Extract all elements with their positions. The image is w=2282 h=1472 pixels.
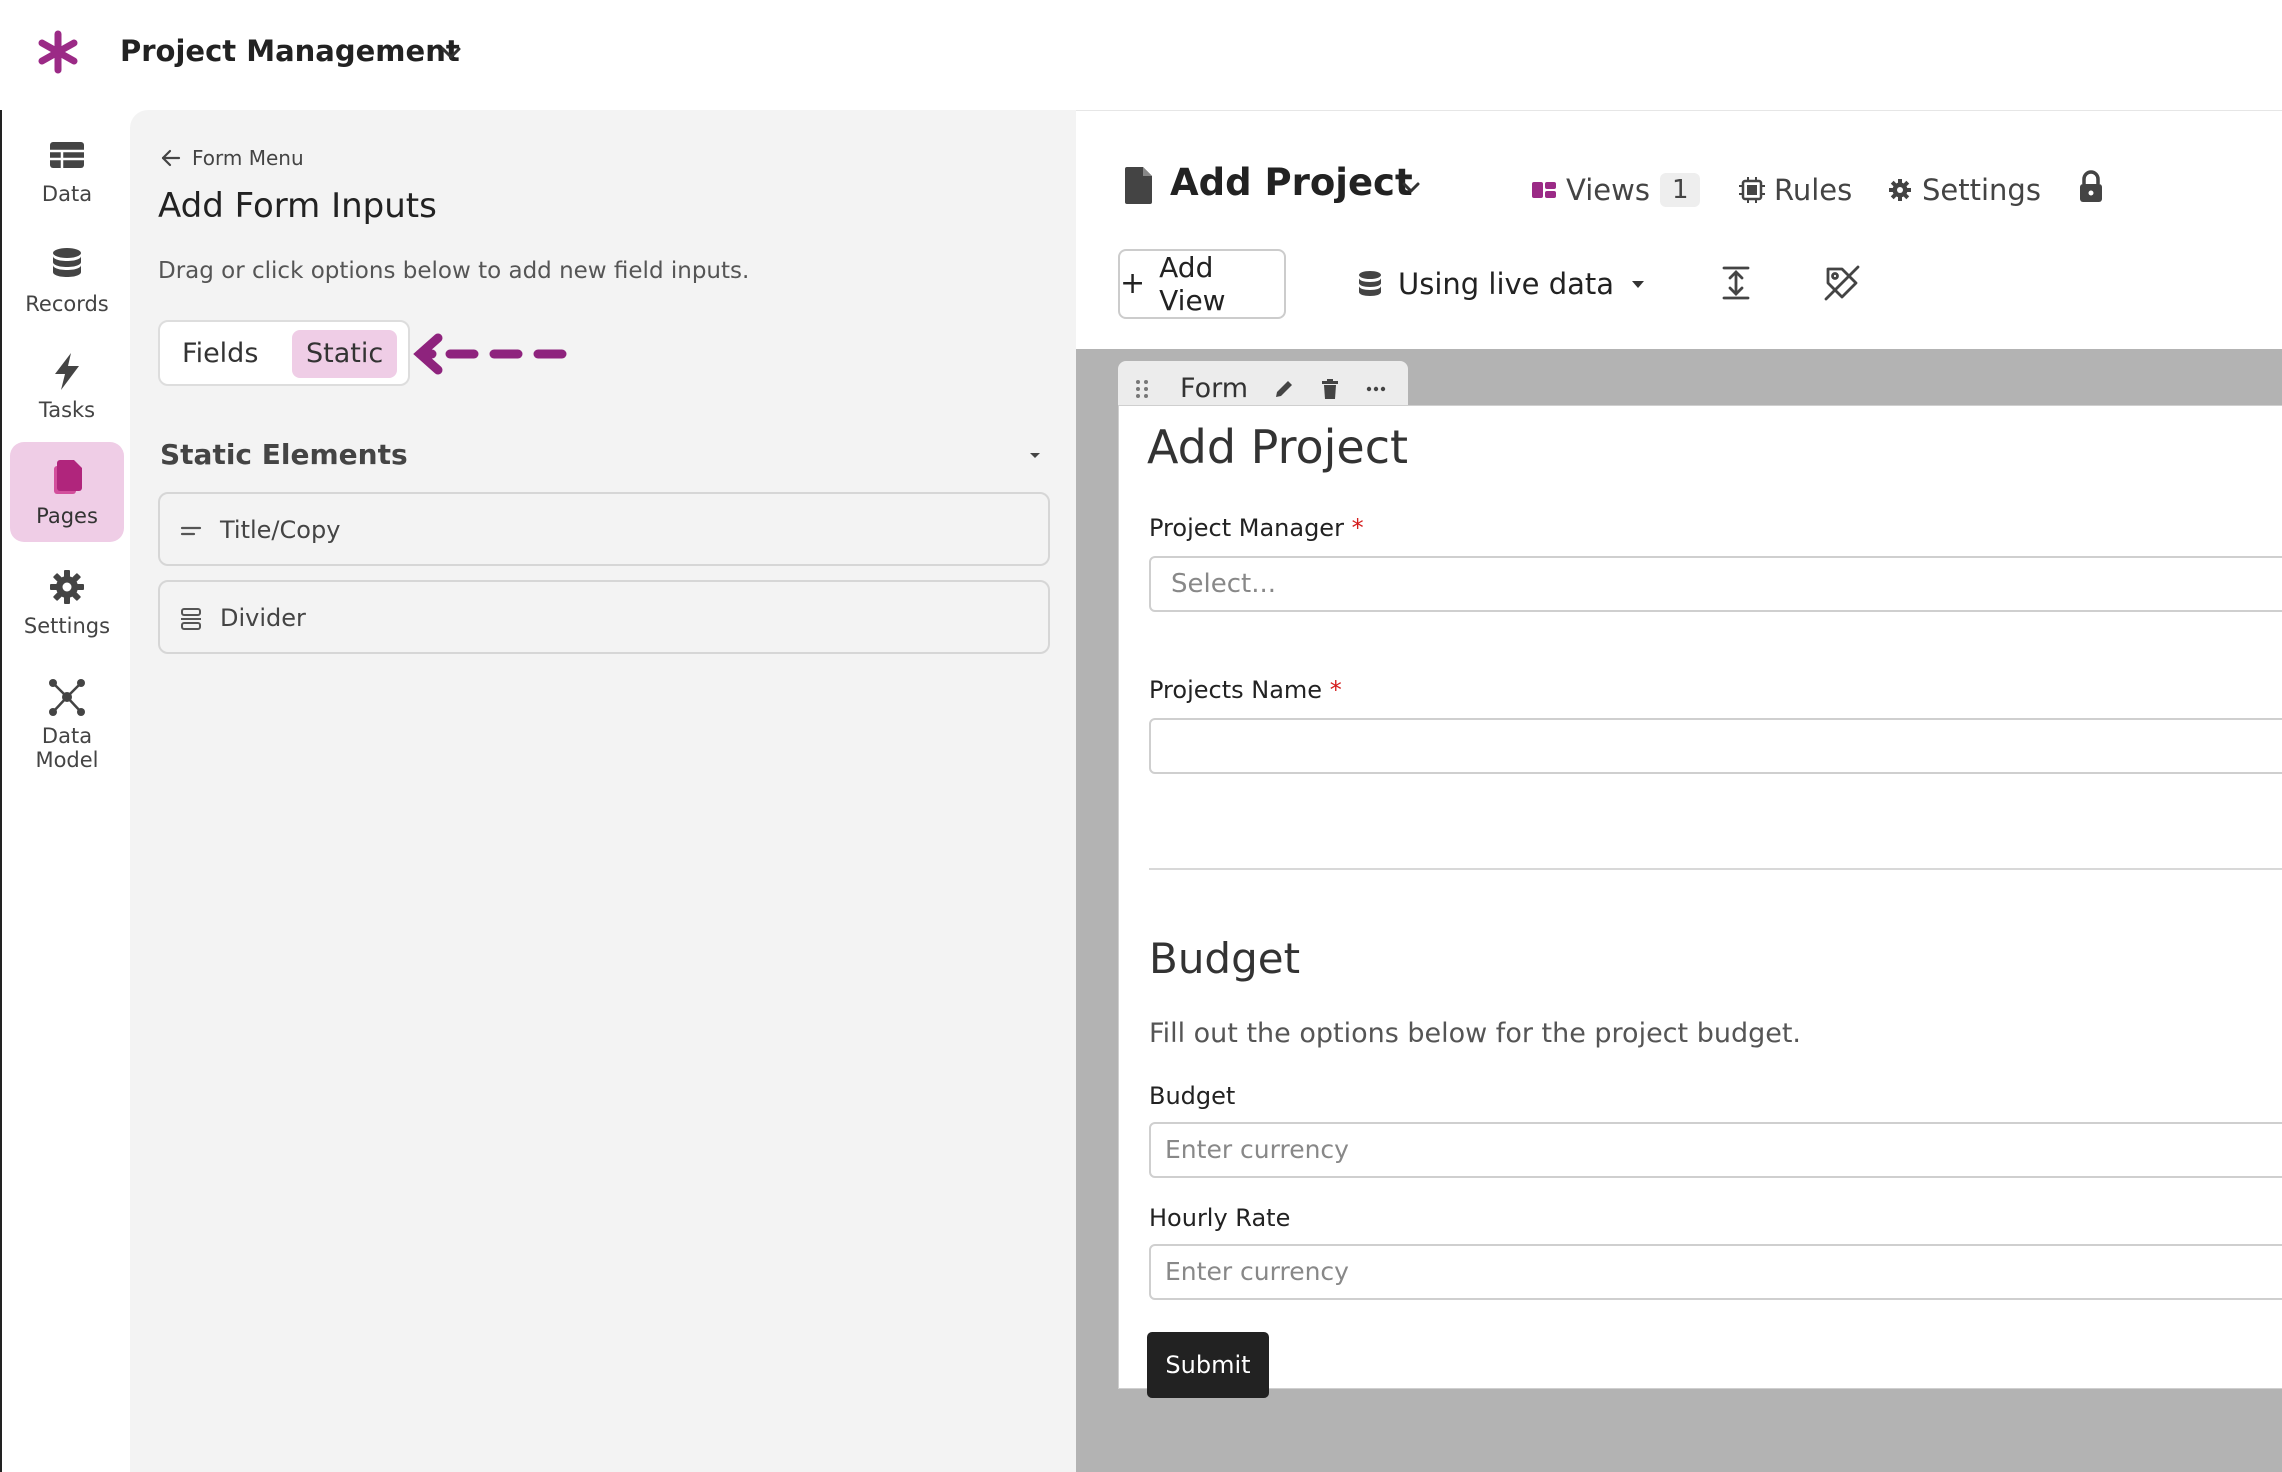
- input-placeholder: Enter currency: [1165, 1257, 1349, 1286]
- settings-button[interactable]: Settings: [1886, 167, 2041, 213]
- budget-section-description: Fill out the options below for the proje…: [1149, 1018, 1802, 1049]
- element-label: Divider: [220, 604, 306, 632]
- page-title[interactable]: Add Project: [1170, 161, 1413, 204]
- plus-icon: +: [1120, 266, 1146, 301]
- nav-label: Data: [41, 182, 93, 206]
- form-tab-label: Form: [1180, 373, 1249, 404]
- pages-icon: [54, 460, 82, 494]
- caret-down-icon: [1632, 281, 1645, 288]
- drag-handle-icon[interactable]: [1130, 377, 1154, 401]
- nav-label: Pages: [36, 504, 98, 528]
- back-link-label: Form Menu: [192, 146, 304, 170]
- select-placeholder: Select...: [1171, 569, 1277, 599]
- projects-name-label: Projects Name *: [1149, 676, 1342, 704]
- nav-item-data[interactable]: Data: [10, 120, 124, 220]
- nav-label: Data Model: [35, 724, 99, 772]
- expand-vertical-icon[interactable]: [1716, 263, 1756, 303]
- table-icon: [50, 142, 84, 168]
- views-count-badge: 1: [1659, 173, 1701, 207]
- static-element-title-copy[interactable]: Title/Copy: [158, 492, 1050, 566]
- asterisk-logo-icon[interactable]: [36, 30, 80, 74]
- input-placeholder: Enter currency: [1165, 1135, 1349, 1164]
- element-label: Title/Copy: [220, 516, 341, 544]
- views-label: Views: [1566, 173, 1650, 207]
- nav-item-settings[interactable]: Settings: [10, 552, 124, 652]
- budget-label: Budget: [1149, 1082, 1236, 1110]
- required-asterisk: *: [1351, 514, 1364, 542]
- trash-icon[interactable]: [1318, 377, 1342, 401]
- toggle-fields[interactable]: Fields: [168, 330, 272, 378]
- form-divider: [1149, 868, 2282, 870]
- form-card: Add Project Project Manager * Select... …: [1118, 405, 2282, 1398]
- tag-off-icon[interactable]: [1822, 263, 1862, 303]
- arrow-left-icon: [161, 149, 181, 167]
- left-nav: Data Records Tasks Pages Settings Data M…: [0, 110, 130, 1472]
- text-lines-icon: [180, 526, 202, 536]
- add-view-label: Add View: [1159, 251, 1226, 317]
- annotation-arrow-icon: [413, 333, 567, 375]
- rules-button[interactable]: Rules: [1738, 167, 1852, 213]
- pencil-icon[interactable]: [1272, 377, 1296, 401]
- document-icon: [1125, 167, 1152, 204]
- nav-label: Tasks: [38, 398, 96, 422]
- projects-name-input[interactable]: [1149, 718, 2282, 774]
- nav-label: Records: [25, 292, 109, 316]
- hourly-rate-label: Hourly Rate: [1149, 1204, 1291, 1232]
- back-to-form-menu-link[interactable]: Form Menu: [160, 146, 304, 170]
- lightning-icon: [55, 353, 79, 390]
- form-canvas: Form Add Project Project Manager * Selec…: [1076, 349, 2282, 1472]
- field-label-text: Project Manager: [1149, 514, 1344, 542]
- builder-description: Drag or click options below to add new f…: [158, 258, 750, 284]
- field-label-text: Projects Name: [1149, 676, 1323, 704]
- views-button[interactable]: Views 1: [1530, 167, 1701, 213]
- chevron-down-icon[interactable]: [1398, 175, 1424, 201]
- chevron-down-icon[interactable]: [436, 38, 466, 68]
- data-model-icon: [49, 679, 85, 716]
- gear-icon: [50, 570, 84, 604]
- database-icon: [53, 248, 81, 277]
- form-builder-panel: Form Menu Add Form Inputs Drag or click …: [130, 110, 1076, 1472]
- nav-item-records[interactable]: Records: [10, 230, 124, 330]
- nav-item-tasks[interactable]: Tasks: [10, 336, 124, 436]
- form-heading: Add Project: [1147, 420, 1409, 474]
- lock-icon[interactable]: [2076, 169, 2106, 205]
- database-icon: [1359, 271, 1381, 296]
- live-data-label: Using live data: [1398, 267, 1615, 301]
- submit-button[interactable]: Submit: [1147, 1332, 1269, 1398]
- toggle-static[interactable]: Static: [292, 330, 398, 378]
- page-editor: Add Project Views 1 Rules Settings + Add…: [1076, 110, 2282, 1472]
- views-icon: [1532, 182, 1556, 198]
- fields-static-toggle: Fields Static: [158, 320, 410, 386]
- static-elements-heading[interactable]: Static Elements: [160, 438, 408, 471]
- nav-item-pages[interactable]: Pages: [10, 442, 124, 542]
- add-view-button[interactable]: + Add View: [1118, 249, 1286, 319]
- gear-icon: [1889, 179, 1911, 201]
- caret-down-icon[interactable]: [1026, 446, 1044, 464]
- project-manager-select[interactable]: Select...: [1149, 556, 2282, 612]
- builder-title: Add Form Inputs: [158, 186, 437, 226]
- top-bar: Project Management: [0, 0, 2282, 110]
- chip-icon: [1739, 177, 1765, 203]
- static-element-divider[interactable]: Divider: [158, 580, 1050, 654]
- budget-section-title: Budget: [1149, 934, 1301, 983]
- live-data-dropdown[interactable]: Using live data: [1356, 259, 1648, 309]
- project-manager-label: Project Manager *: [1149, 514, 1364, 542]
- nav-label: Settings: [23, 614, 111, 638]
- budget-input[interactable]: Enter currency: [1149, 1122, 2282, 1178]
- rules-label: Rules: [1774, 173, 1853, 207]
- hourly-rate-input[interactable]: Enter currency: [1149, 1244, 2282, 1300]
- settings-label: Settings: [1922, 173, 2041, 207]
- required-asterisk: *: [1329, 676, 1342, 704]
- divider-icon: [181, 608, 201, 630]
- nav-item-data-model[interactable]: Data Model: [10, 662, 124, 772]
- more-options-icon[interactable]: [1364, 377, 1388, 401]
- app-title[interactable]: Project Management: [120, 34, 460, 68]
